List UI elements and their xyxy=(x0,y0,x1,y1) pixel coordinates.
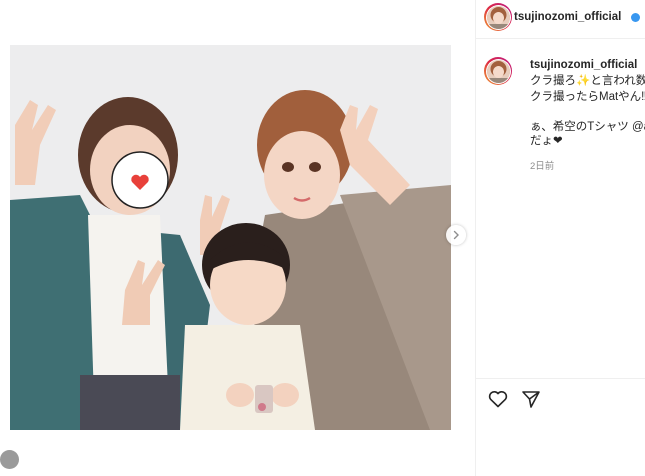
header-username[interactable]: tsujinozomi_official xyxy=(514,11,621,23)
post-sidebar: tsujinozomi_official tsujinozomi_officia… xyxy=(476,0,645,476)
post-header: tsujinozomi_official xyxy=(476,0,645,38)
post-photo[interactable] xyxy=(10,45,451,430)
bottom-avatar[interactable] xyxy=(0,450,19,469)
heart-outline-icon xyxy=(488,391,508,408)
verified-badge-icon xyxy=(631,13,640,22)
actions-divider xyxy=(476,378,645,379)
caption-line-2: クラ撮ったらMatやん‼ xyxy=(530,91,645,103)
paper-plane-icon xyxy=(522,391,540,408)
caption-avatar[interactable] xyxy=(484,57,512,85)
header-divider xyxy=(476,38,645,39)
caption-line-4: だょ❤ xyxy=(530,135,563,147)
next-photo-button[interactable] xyxy=(446,225,466,245)
share-button[interactable] xyxy=(520,388,542,410)
post-timestamp[interactable]: 2日前 xyxy=(530,158,554,172)
post-media xyxy=(0,0,475,476)
avatar-photo xyxy=(486,59,510,83)
caption-username[interactable]: tsujinozomi_official xyxy=(530,59,637,71)
caption-line-1: クラ撮ろ✨と言われ数 xyxy=(530,75,645,87)
like-button[interactable] xyxy=(487,388,509,410)
photo-illustration xyxy=(10,45,451,430)
caption-line-3: ぁ、希空のTシャツ @a xyxy=(530,121,645,133)
header-avatar[interactable] xyxy=(484,3,512,31)
chevron-right-icon xyxy=(453,230,459,240)
avatar-photo xyxy=(486,5,510,29)
